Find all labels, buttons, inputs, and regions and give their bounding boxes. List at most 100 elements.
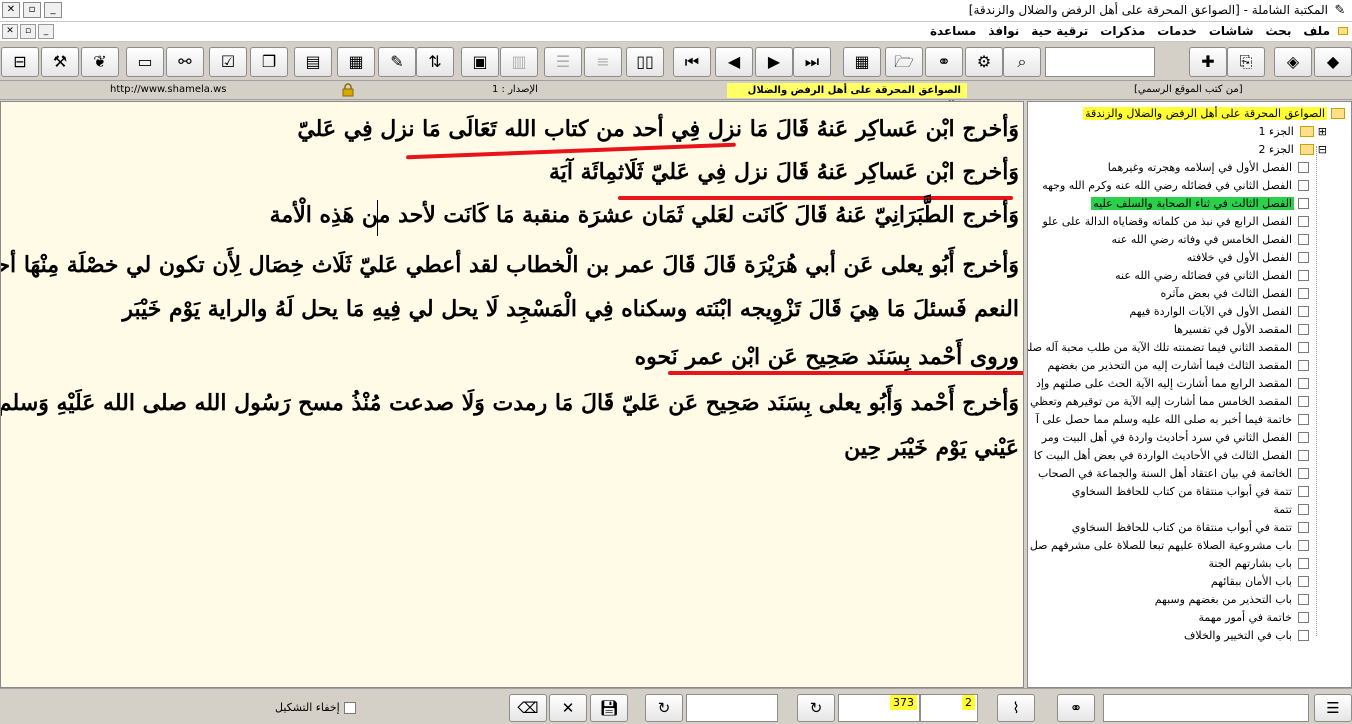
last-page-icon[interactable]: ⏭	[793, 47, 831, 77]
lines-icon[interactable]: ≡	[584, 47, 622, 77]
tree-chapter-item[interactable]: الفصل الثالث في الأحاديث الواردة في بعض …	[1032, 447, 1309, 464]
link-icon[interactable]: ⚯	[166, 47, 204, 77]
tree-chapter-item[interactable]: تتمة في أبواب منتقاة من كتاب للحافظ السخ…	[1070, 483, 1309, 500]
first-page-icon[interactable]: ⏮	[673, 47, 711, 77]
tree-chapter-item[interactable]: تتمة	[1271, 501, 1309, 518]
tree-chapter-item[interactable]: الفصل الثاني في سرد أحاديث واردة في أهل …	[1040, 429, 1309, 446]
tree-chapter-item[interactable]: الفصل الثاني في فضائله رضي الله عنه	[1113, 267, 1309, 284]
tree-chapter-item[interactable]: الفصل الأول في خلافته	[1185, 249, 1309, 266]
tree-chapter-item[interactable]: باب مشروعية الصلاة عليهم تبعا للصلاة على…	[1028, 537, 1309, 554]
menu-screens[interactable]: شاشات	[1209, 24, 1254, 38]
tree-chapter-item[interactable]: الخاتمة في بيان اعتقاد أهل السنة والجماع…	[1036, 465, 1309, 482]
next-page-icon[interactable]: ▶	[755, 47, 793, 77]
tree-chapter-label: الفصل الثاني في فضائله رضي الله عنه	[1115, 269, 1292, 282]
tree-chapter-item[interactable]: خاتمة في أمور مهمة	[1196, 609, 1309, 626]
tree-chapter-item[interactable]: المقصد الثالث فيما أشارت إليه من التحذير…	[1045, 357, 1309, 374]
tree-chapter-item[interactable]: الفصل الثالث في ثناء الصحابة والسلف عليه	[1091, 195, 1309, 212]
search-icon[interactable]: ⌕	[1003, 47, 1041, 77]
collapse-minus-icon[interactable]: ⊟	[1318, 143, 1327, 156]
add-book-icon[interactable]: ✚	[1189, 47, 1227, 77]
tree-chapter-item[interactable]: باب التحذير من بغضهم وسبهم	[1153, 591, 1309, 608]
open-folder-icon	[1299, 144, 1314, 155]
eraser-icon[interactable]: ⌫	[509, 694, 547, 722]
tree-chapter-item[interactable]: الفصل الأول في إسلامه وهجرته وغيرهما	[1106, 159, 1309, 176]
binoculars-icon[interactable]: ⚭	[1057, 694, 1095, 722]
tree-chapter-item[interactable]: باب الأمان ببقائهم	[1209, 573, 1309, 590]
part-number-input[interactable]: 2	[920, 694, 978, 722]
leaf-icon[interactable]: ❦	[81, 47, 119, 77]
expand-plus-icon[interactable]: ⊞	[1318, 125, 1327, 138]
tree-chapter-item[interactable]: المقصد الرابع مما أشارت إليه الآية الحث …	[1034, 375, 1309, 392]
tree-chapter-item[interactable]: باب بشارتهم الجنة	[1207, 555, 1309, 572]
tree-root[interactable]: الصواعق المحرقة على أهل الرفض والضلال وا…	[1083, 105, 1345, 122]
tree-chapter-item[interactable]: باب في التخيير والخلاف	[1182, 627, 1309, 644]
tree-chapter-item[interactable]: الفصل الثاني في فضائله رضي الله عنه وكرم…	[1040, 177, 1309, 194]
binoculars-icon[interactable]: ⚭	[925, 47, 963, 77]
mdi-restore-button[interactable]: ▫	[20, 24, 36, 39]
check-icon[interactable]: ☑	[209, 47, 247, 77]
book-text-panel[interactable]: وَأخرج ابْن عَساكِر عَنهُ قَالَ مَا نزل …	[0, 101, 1024, 688]
close-icon[interactable]: ✕	[549, 694, 587, 722]
refresh-icon[interactable]: ↻	[645, 694, 683, 722]
books-icon[interactable]: ◈	[1274, 47, 1312, 77]
tree-icon[interactable]: ⇅	[416, 47, 454, 77]
tree-chapter-label: المقصد الرابع مما أشارت إليه الآية الحث …	[1035, 377, 1292, 390]
tools-icon[interactable]: ⚙	[965, 47, 1003, 77]
pen-icon[interactable]: ✎	[378, 47, 416, 77]
tree-chapter-item[interactable]: المقصد الأول في تفسيرها	[1172, 321, 1309, 338]
quick-search-input[interactable]	[1045, 47, 1155, 77]
tree-chapter-item[interactable]: المقصد الثاني فيما تضمنته تلك الآية من ط…	[1028, 339, 1309, 356]
menu-notes[interactable]: مذكرات	[1100, 24, 1145, 38]
menu-windows[interactable]: نوافذ	[988, 24, 1019, 38]
toc-icon[interactable]: ▦	[843, 47, 881, 77]
page-icon	[1298, 198, 1309, 209]
new-page-icon[interactable]: ▭	[126, 47, 164, 77]
menu-services[interactable]: خدمات	[1157, 24, 1197, 38]
numbered-lines-icon[interactable]: ☰	[544, 47, 582, 77]
tree-chapter-item[interactable]: تتمة في أبواب منتقاة من كتاب للحافظ السخ…	[1070, 519, 1309, 536]
hide-tashkeel-checkbox[interactable]	[343, 701, 356, 714]
mdi-minimize-button[interactable]: _	[38, 24, 54, 39]
page-icon[interactable]: ▤	[294, 47, 332, 77]
note-icon[interactable]: ▦	[337, 47, 375, 77]
usb-icon[interactable]: ⊟	[1, 47, 39, 77]
tree-chapter-label: الفصل الثالث في بعض مآثره	[1160, 287, 1292, 300]
copy-icon[interactable]: ❐	[250, 47, 288, 77]
hammer-icon[interactable]: ⚒	[41, 47, 79, 77]
tree-chapter-item[interactable]: الفصل الخامس في وفاته رضي الله عنه	[1110, 231, 1309, 248]
properties-icon[interactable]: ▣	[461, 47, 499, 77]
page-icon	[1298, 522, 1309, 533]
export-icon[interactable]: ⎘	[1227, 47, 1265, 77]
close-button[interactable]: ✕	[2, 2, 20, 18]
menu-help[interactable]: مساعدة	[930, 24, 976, 38]
prev-page-icon[interactable]: ◀	[715, 47, 753, 77]
menu-search[interactable]: بحث	[1266, 24, 1292, 38]
page-number-input[interactable]: 373	[838, 694, 920, 722]
tree-chapter-item[interactable]: الفصل الرابع في نبذ من كلماته وقضاياه ال…	[1040, 213, 1309, 230]
attachment-icon[interactable]: ⌇	[997, 694, 1035, 722]
site-url[interactable]: http://www.shamela.ws	[110, 84, 226, 95]
stack-icon[interactable]: ▥	[500, 47, 538, 77]
hide-tashkeel-option[interactable]: إخفاء التشكيل	[275, 701, 356, 714]
open-folder-icon[interactable]: 🗁	[885, 47, 923, 77]
tree-chapter-item[interactable]: المقصد الخامس مما أشارت إليه الآية من تو…	[1028, 393, 1309, 410]
search-text-input[interactable]	[686, 694, 778, 722]
menu-live-update[interactable]: ترقية حية	[1031, 24, 1088, 38]
restore-button[interactable]: ▫	[23, 2, 41, 18]
list-icon[interactable]: ☰	[1314, 694, 1352, 722]
save-icon[interactable]: 💾︎	[590, 694, 628, 722]
minimize-button[interactable]: _	[44, 2, 62, 18]
open-book-icon[interactable]: ▯▯	[626, 47, 664, 77]
tree-chapter-item[interactable]: الفصل الثالث في بعض مآثره	[1159, 285, 1309, 302]
tree-chapter-item[interactable]: خاتمة فيما أخبر به صلى الله عليه وسلم مم…	[1034, 411, 1309, 428]
refresh-icon[interactable]: ↻	[797, 694, 835, 722]
book-stack-icon[interactable]: ◆	[1314, 47, 1352, 77]
toc-tree[interactable]: الصواعق المحرقة على أهل الرفض والضلال وا…	[1027, 101, 1352, 688]
tree-part[interactable]: ⊟الجزء 2	[1257, 141, 1327, 158]
menu-file[interactable]: ملف	[1303, 24, 1330, 38]
tree-chapter-item[interactable]: الفصل الأول في الآيات الواردة فيهم	[1127, 303, 1309, 320]
mdi-close-button[interactable]: ✕	[2, 24, 18, 39]
find-input[interactable]	[1103, 694, 1309, 722]
tree-part[interactable]: ⊞الجزء 1	[1257, 123, 1327, 140]
page-icon	[1298, 630, 1309, 641]
